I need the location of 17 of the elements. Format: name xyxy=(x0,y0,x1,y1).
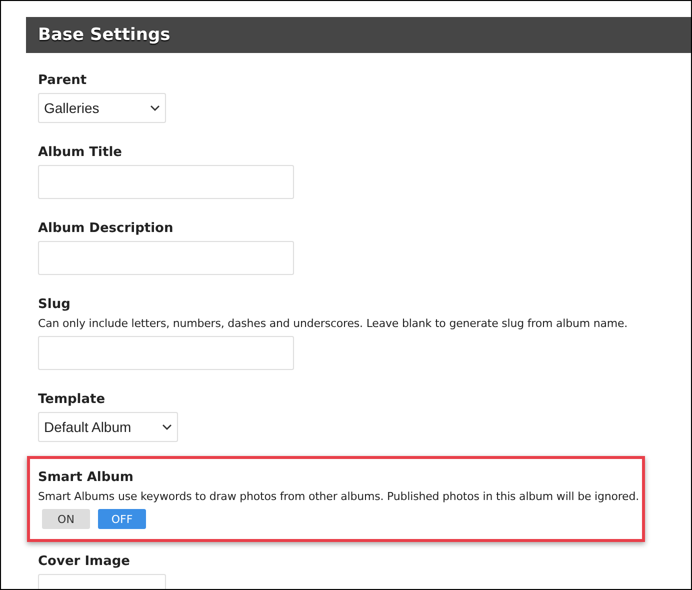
text-input[interactable] xyxy=(38,336,294,370)
field-label: Cover Image xyxy=(38,554,131,569)
field-label: Album Description xyxy=(38,221,174,236)
field-label: Smart Album xyxy=(38,470,134,485)
text-input[interactable] xyxy=(38,165,294,199)
toggle-option[interactable]: ON xyxy=(42,509,90,529)
dropdown[interactable]: Galleries xyxy=(38,93,166,123)
field-label: Slug xyxy=(38,297,72,312)
text-input[interactable] xyxy=(38,241,294,275)
field-label: Template xyxy=(38,392,106,407)
dropdown[interactable]: Default Album xyxy=(38,412,178,442)
field-label: Album Title xyxy=(38,145,123,160)
section-title: Base Settings xyxy=(38,25,170,45)
field-label: Parent xyxy=(38,73,88,88)
field-hint: Can only include letters, numbers, dashes and underscores. Leave blank to generate slug from album name. xyxy=(38,317,628,330)
chevron-down-icon xyxy=(150,105,160,111)
chevron-down-icon xyxy=(162,424,172,430)
